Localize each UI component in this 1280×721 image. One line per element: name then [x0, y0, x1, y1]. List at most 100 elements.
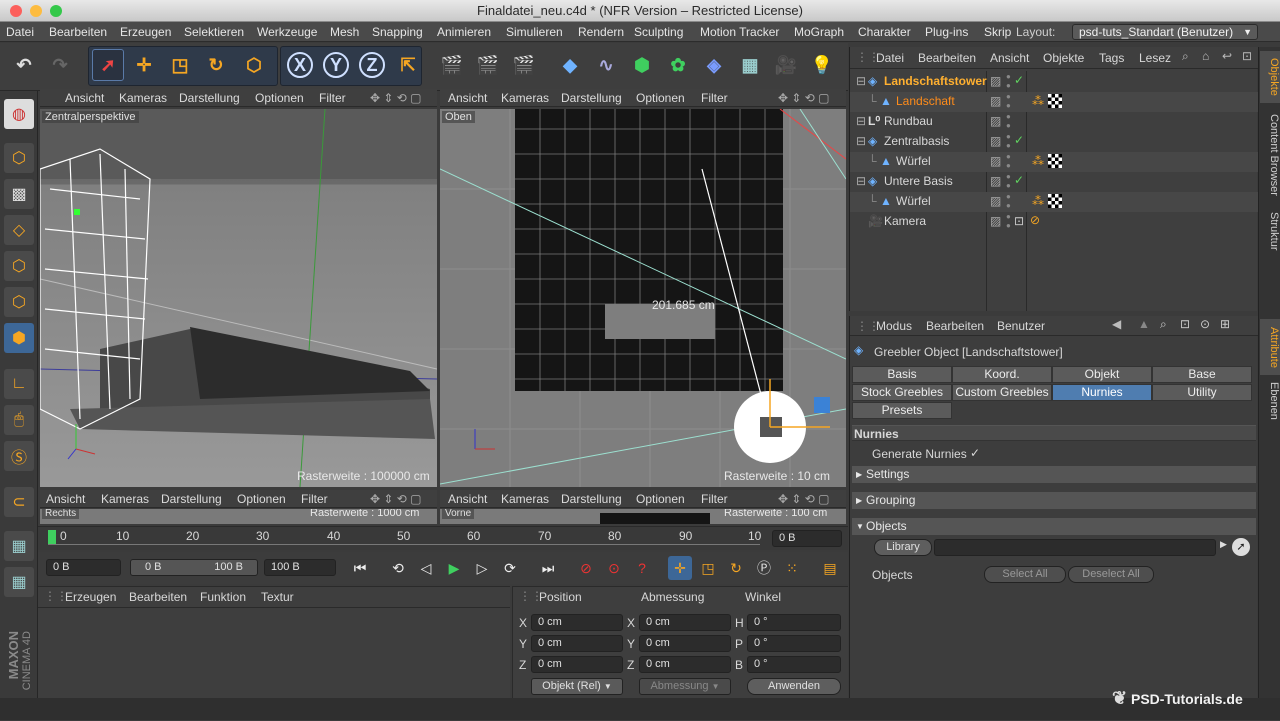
vp-br-darstellung[interactable]: Darstellung — [561, 492, 622, 506]
tab-attribute[interactable]: Attribute — [1260, 319, 1280, 375]
vp-br-kameras[interactable]: Kameras — [501, 492, 549, 506]
coordinate-system-button[interactable]: ⇱ — [392, 49, 424, 81]
workplane-grid-button[interactable]: ▦ — [4, 531, 34, 561]
attr-menu-benutzer[interactable]: Benutzer — [997, 319, 1045, 333]
texture-tag-icon[interactable] — [1048, 154, 1062, 168]
preview-range-slider[interactable]: 0 B 100 B — [130, 559, 258, 576]
cube-object-button[interactable]: ◆ — [554, 49, 586, 81]
vp-tl-ansicht[interactable]: Ansicht — [65, 91, 104, 105]
tab-utility[interactable]: Utility — [1152, 384, 1252, 401]
keyframe-selection-button[interactable]: ? — [630, 556, 654, 580]
go-to-start-button[interactable]: ⏮ — [348, 556, 372, 580]
collapse-icon[interactable]: ⊟ — [856, 114, 866, 128]
workplane-mode-button[interactable]: ◇ — [4, 215, 34, 245]
record-button[interactable]: ⊘ — [574, 556, 598, 580]
play-button[interactable]: ▶ — [442, 556, 466, 580]
attr-menu-modus[interactable]: Modus — [876, 319, 912, 333]
rotation-p-field[interactable]: 0 ° — [747, 635, 841, 652]
menu-datei[interactable]: Datei — [6, 25, 34, 39]
next-key-button[interactable]: ⟳ — [498, 556, 522, 580]
tab-objekt[interactable]: Objekt — [1052, 366, 1152, 383]
viewport-top[interactable]: Oben 201.685 cm Rasterweite : 10 cm — [440, 109, 846, 487]
position-z-field[interactable]: 0 cm — [531, 656, 623, 673]
vp-bl-optionen[interactable]: Optionen — [237, 492, 286, 506]
vp-tr-filter[interactable]: Filter — [701, 91, 728, 105]
phong-tag-icon[interactable]: ⁂ — [1032, 194, 1044, 208]
search-icon[interactable]: ⌕ — [1160, 317, 1167, 332]
locked-workplane-button[interactable]: ▦ — [4, 567, 34, 597]
collapse-icon[interactable]: ⊟ — [856, 134, 866, 148]
render-settings-button[interactable]: 🎬 — [508, 49, 540, 81]
enabled-check-icon[interactable]: ✓ — [1014, 133, 1024, 147]
object-name[interactable]: Landschaft — [896, 94, 955, 108]
position-x-field[interactable]: 0 cm — [531, 614, 623, 631]
pick-cursor-icon[interactable]: ➚ — [1232, 538, 1250, 556]
vp-br-optionen[interactable]: Optionen — [636, 492, 685, 506]
tab-koord[interactable]: Koord. — [952, 366, 1052, 383]
tab-base[interactable]: Base — [1152, 366, 1252, 383]
visibility-dots[interactable]: ● ● — [1006, 212, 1011, 230]
collapse-icon[interactable]: ⊟ — [856, 74, 866, 88]
objects-group[interactable]: ▼ Objects — [852, 518, 1256, 535]
menu-sculpting[interactable]: Sculpting — [634, 25, 683, 39]
new-panel-icon[interactable]: ⊙ — [1200, 317, 1210, 331]
rotation-b-field[interactable]: 0 ° — [747, 656, 841, 673]
model-mode-button[interactable]: ⬡ — [4, 143, 34, 173]
mat-menu-textur[interactable]: Textur — [261, 590, 294, 604]
viewport-front[interactable]: Vorne Rasterweite : 100 cm — [440, 509, 846, 524]
mat-menu-funktion[interactable]: Funktion — [200, 590, 246, 604]
floor-button[interactable]: ▦ — [734, 49, 766, 81]
undo-button[interactable]: ↶ — [8, 49, 40, 81]
object-name[interactable]: Landschaftstower — [884, 74, 987, 88]
settings-icon[interactable]: ⊞ — [1220, 317, 1230, 331]
tweak-mode-button[interactable]: 🖱 — [4, 405, 34, 435]
tab-struktur[interactable]: Struktur — [1260, 207, 1280, 255]
menu-plugins[interactable]: Plug-ins — [925, 25, 968, 39]
tab-stock-greebles[interactable]: Stock Greebles — [852, 384, 952, 401]
vp-tr-ansicht[interactable]: Ansicht — [448, 91, 487, 105]
rotate-tool-button[interactable]: ↻ — [200, 49, 232, 81]
obj-menu-datei[interactable]: Datei — [876, 51, 904, 65]
visibility-dots[interactable]: ● ● — [1006, 112, 1011, 130]
vp-bl-kameras[interactable]: Kameras — [101, 492, 149, 506]
menu-werkzeuge[interactable]: Werkzeuge — [257, 25, 317, 39]
size-y-field[interactable]: 0 cm — [639, 635, 731, 652]
tab-nurnies[interactable]: Nurnies — [1052, 384, 1152, 401]
key-scale-button[interactable]: ◳ — [696, 556, 720, 580]
move-tool-button[interactable]: ✛ — [128, 49, 160, 81]
apply-button[interactable]: Anwenden — [747, 678, 841, 695]
deformer-button[interactable]: ◈ — [698, 49, 730, 81]
home-icon[interactable]: ⌂ — [1202, 49, 1209, 63]
vp-bl-nav-icons[interactable]: ✥ ⇕ ⟲ ▢ — [370, 492, 422, 506]
menu-rendern[interactable]: Rendern — [578, 25, 624, 39]
object-name[interactable]: Würfel — [896, 194, 931, 208]
up-arrow-icon[interactable]: ▲ — [1138, 317, 1150, 331]
spline-button[interactable]: ∿ — [590, 49, 622, 81]
target-tag-icon[interactable]: ⊡ — [1014, 214, 1024, 228]
vp-tr-darstellung[interactable]: Darstellung — [561, 91, 622, 105]
texture-tag-icon[interactable] — [1048, 194, 1062, 208]
object-row[interactable]: ⊟ L⁰ Rundbau ▨ ● ● — [850, 112, 1258, 132]
redo-button[interactable]: ↷ — [44, 49, 76, 81]
render-view-button[interactable]: 🎬 — [436, 49, 468, 81]
tab-ebenen[interactable]: Ebenen — [1260, 379, 1280, 423]
vp-tl-filter[interactable]: Filter — [319, 91, 346, 105]
min-frame-field[interactable]: 0 B — [46, 559, 121, 576]
back-arrow-icon[interactable]: ◀ — [1112, 317, 1121, 331]
menu-motion-tracker[interactable]: Motion Tracker — [700, 25, 779, 39]
object-row[interactable]: ⊟ ◈ Untere Basis ▨ ● ● ✓ — [850, 172, 1258, 192]
settings-group[interactable]: ▶ Settings — [852, 466, 1256, 483]
layer-icon[interactable]: ▨ — [990, 134, 1001, 148]
tab-objekte[interactable]: Objekte — [1260, 51, 1280, 103]
object-row[interactable]: └ ▲ Würfel ▨ ● ● ⁂ — [850, 192, 1258, 212]
visibility-dots[interactable]: ● ● — [1006, 152, 1011, 170]
render-picture-button[interactable]: 🎬 — [472, 49, 504, 81]
size-x-field[interactable]: 0 cm — [639, 614, 731, 631]
select-all-button[interactable]: Select All — [984, 566, 1066, 583]
menu-skript[interactable]: Skrip — [984, 25, 1011, 39]
timeline-ruler[interactable]: 0 10 20 30 40 50 60 70 80 90 10 0 B — [38, 526, 848, 550]
library-list[interactable] — [934, 539, 1216, 556]
menu-bearbeiten[interactable]: Bearbeiten — [49, 25, 107, 39]
scale-tool-button[interactable]: ◳ — [164, 49, 196, 81]
generate-nurnies-checkbox[interactable]: ✓ — [970, 446, 980, 460]
